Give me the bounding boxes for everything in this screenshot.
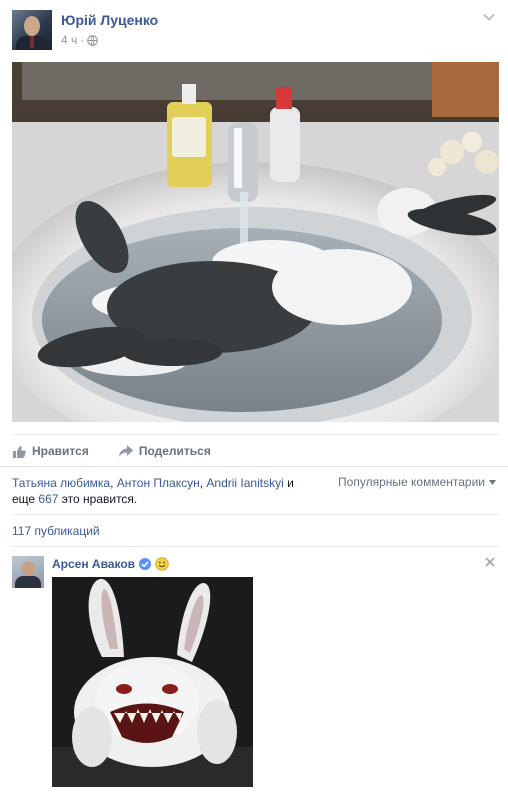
meta-separator: · — [80, 33, 85, 47]
post-actions-bar: Нравится Поделиться — [12, 434, 499, 467]
author-name[interactable]: Юрій Луценко — [61, 12, 158, 28]
section-divider — [12, 546, 499, 547]
liker-link[interactable]: Andrii Ianitskyi — [206, 476, 283, 490]
globe-icon[interactable] — [87, 34, 99, 46]
comment-photo[interactable] — [52, 577, 253, 787]
comment-sort-label: Популярные комментарии — [338, 475, 485, 489]
smiley-emoji-icon — [155, 557, 169, 571]
share-arrow-icon — [118, 445, 133, 457]
share-label: Поделиться — [138, 444, 211, 458]
post-time[interactable]: 4 ч — [61, 33, 77, 47]
comment-sort-dropdown[interactable]: Популярные комментарии — [338, 475, 496, 489]
more-likers-link[interactable]: 667 — [38, 492, 58, 506]
section-divider — [0, 466, 508, 467]
bunny-in-sink-image — [12, 62, 499, 422]
section-divider — [12, 514, 499, 515]
angry-bunny-image — [52, 577, 253, 787]
close-icon[interactable] — [484, 556, 496, 568]
like-label: Нравится — [32, 444, 89, 458]
commenter-avatar[interactable] — [12, 556, 44, 588]
author-avatar[interactable] — [12, 10, 52, 50]
post-card: Юрій Луценко 4 ч · Нравится Поделиться Т… — [0, 0, 508, 792]
share-button[interactable]: Поделиться — [118, 444, 211, 458]
likes-summary: Татьяна любимка, Антон Плаксун, Andrii I… — [12, 476, 294, 506]
commenter-name[interactable]: Арсен Аваков — [52, 557, 135, 571]
post-meta: 4 ч · — [61, 33, 99, 47]
chevron-down-icon[interactable] — [482, 10, 496, 24]
post-photo[interactable] — [12, 62, 499, 422]
shares-count-link[interactable]: 117 публикаций — [12, 524, 100, 538]
liker-link[interactable]: Татьяна любимка — [12, 476, 110, 490]
comment-header: Арсен Аваков — [52, 557, 169, 571]
caret-down-icon — [489, 479, 496, 485]
thumbs-up-icon — [13, 445, 26, 458]
liker-link[interactable]: Антон Плаксун — [117, 476, 200, 490]
like-button[interactable]: Нравится — [12, 444, 89, 458]
verified-badge-icon — [139, 558, 152, 570]
